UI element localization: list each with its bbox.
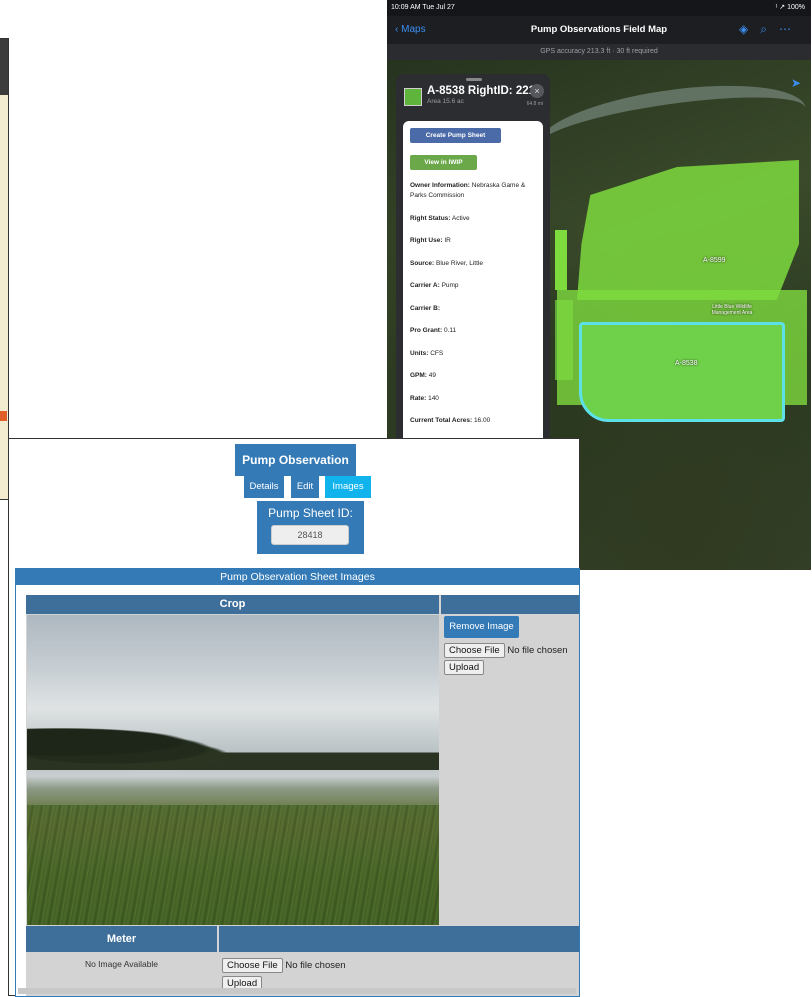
horizontal-scrollbar[interactable] xyxy=(18,988,576,994)
choose-file-button[interactable]: Choose File xyxy=(444,643,505,658)
attribute-row: Owner Information: Nebraska Game & Parks… xyxy=(410,181,540,201)
attribute-value: Blue River, Little xyxy=(436,259,483,267)
page-title: Pump Observation Sheet xyxy=(235,444,356,499)
attribute-row: Carrier A: Pump xyxy=(410,281,540,291)
tab-details[interactable]: Details xyxy=(244,476,284,498)
attribute-label: GPM: xyxy=(410,372,427,379)
gps-accuracy-banner: GPS accuracy 213.3 ft · 30 ft required xyxy=(387,44,811,60)
view-in-iwip-button[interactable]: View in IWIP xyxy=(410,155,477,170)
field-polygon[interactable] xyxy=(555,230,567,290)
nav-actions: ◈⌕⋯ xyxy=(739,22,803,37)
meter-image-table: Meter No Image Available Choose File No … xyxy=(26,926,579,996)
attribute-value: 16.00 xyxy=(473,417,491,424)
feature-title: A-8538 RightID: 2218 xyxy=(427,85,542,97)
attribute-label: Carrier A: xyxy=(410,282,440,289)
attribute-label: Current Total Acres: xyxy=(410,417,473,424)
attribute-label: Owner Information: xyxy=(410,182,470,189)
choose-file-button[interactable]: Choose File xyxy=(222,958,283,973)
close-icon[interactable]: × xyxy=(530,84,544,98)
pump-sheet-id-box: Pump Sheet ID: 28418 xyxy=(257,501,364,554)
attribute-row: Source: Blue River, Little xyxy=(410,259,540,269)
attribute-value: CFS xyxy=(430,349,444,357)
upload-button[interactable]: Upload xyxy=(444,660,485,675)
attribute-label: Right Use: xyxy=(410,237,443,244)
panel-drag-handle[interactable] xyxy=(466,78,482,81)
attribute-value: 140 xyxy=(428,394,439,402)
search-icon[interactable]: ⌕ xyxy=(760,22,779,36)
status-time: 10:09 AM Tue Jul 27 xyxy=(391,4,455,11)
crop-file-input: Choose File No file chosen xyxy=(444,643,568,658)
attribute-row: Current Total Acres: 16.00 xyxy=(410,416,540,426)
remove-image-button[interactable]: Remove Image xyxy=(444,616,519,638)
crop-actions-header xyxy=(441,595,579,614)
attribute-value: 49 xyxy=(428,372,437,379)
tab-images[interactable]: Images xyxy=(325,476,371,498)
pump-sheet-id-label: Pump Sheet ID: xyxy=(268,506,353,520)
more-icon[interactable]: ⋯ xyxy=(779,22,803,36)
tab-edit[interactable]: Edit xyxy=(291,476,319,498)
attribute-value: Active xyxy=(451,214,470,222)
grass-field xyxy=(27,805,439,925)
feature-distance: 64.8 mi xyxy=(526,101,543,107)
map-marker xyxy=(0,411,7,421)
layers-icon[interactable]: ◈ xyxy=(739,22,760,36)
status-battery: ᵗ ↗ 100% xyxy=(775,4,805,11)
images-panel: Pump Observation Sheet Images Crop Remov… xyxy=(15,568,580,997)
status-bar: 10:09 AM Tue Jul 27 ᵗ ↗ 100% xyxy=(387,0,811,16)
attribute-label: Units: xyxy=(410,349,429,357)
layer-color-swatch xyxy=(404,88,422,106)
map-label: Little Blue Wildlife Management Area xyxy=(711,304,753,316)
location-arrow-icon[interactable]: ➤ xyxy=(791,76,801,90)
selected-field-a8538[interactable] xyxy=(579,322,785,422)
pump-observation-web-page: Pump Observation Sheet Details Edit Imag… xyxy=(8,438,580,997)
attribute-row: Pro Grant: 0.11 xyxy=(410,326,540,336)
attribute-row: Rate: 140 xyxy=(410,394,540,404)
images-panel-header: Pump Observation Sheet Images xyxy=(16,569,579,585)
attribute-label: Carrier B: xyxy=(410,304,440,312)
attribute-label: Right Status: xyxy=(410,214,451,222)
attribute-label: Rate: xyxy=(410,394,427,402)
attribute-row: Right Status: Active xyxy=(410,214,540,224)
map-label: A-8538 xyxy=(675,360,698,367)
field-polygon-a8599[interactable] xyxy=(577,160,799,300)
nav-bar: ‹ Maps Pump Observations Field Map ◈⌕⋯ xyxy=(387,16,811,44)
attribute-value: Pump xyxy=(441,282,459,289)
meter-file-input: Choose File No file chosen xyxy=(222,958,346,973)
file-status: No file chosen xyxy=(285,960,346,971)
no-image-text: No Image Available xyxy=(84,959,159,969)
attribute-value: IR xyxy=(444,237,451,244)
file-status: No file chosen xyxy=(507,645,568,656)
attribute-row: Right Use: IR xyxy=(410,236,540,246)
meter-header: Meter xyxy=(26,926,217,952)
attribute-row: Units: CFS xyxy=(410,349,540,359)
tree-line xyxy=(27,700,439,770)
attribute-label: Pro Grant: xyxy=(410,327,443,334)
attribute-label: Source: xyxy=(410,259,435,267)
background-map-window xyxy=(0,38,9,500)
attribute-row: Carrier B: xyxy=(410,304,540,314)
attribute-row: GPM: 49 xyxy=(410,371,540,381)
pump-sheet-id-field: 28418 xyxy=(271,525,349,545)
crop-photo xyxy=(27,615,439,925)
attribute-list: Owner Information: Nebraska Game & Parks… xyxy=(410,181,540,439)
attribute-value: 0.11 xyxy=(443,327,457,334)
meter-actions-header xyxy=(219,926,579,952)
map-label: A-8599 xyxy=(703,257,726,264)
background-window-toolbar xyxy=(0,39,8,95)
crop-image-table: Crop Remove Image Choose File No file ch… xyxy=(26,595,579,926)
feature-area: Area 15.6 ac xyxy=(427,98,464,105)
create-pump-sheet-button[interactable]: Create Pump Sheet xyxy=(410,128,501,143)
crop-header: Crop xyxy=(26,595,439,614)
